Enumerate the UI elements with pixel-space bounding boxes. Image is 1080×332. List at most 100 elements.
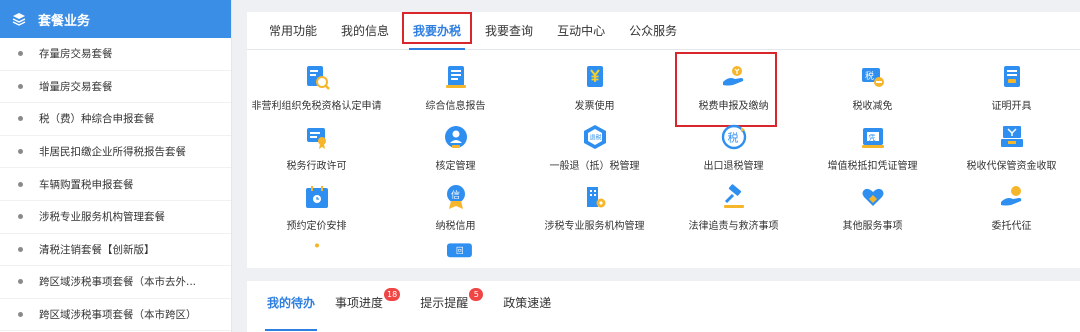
tab-label: 互动中心 [557, 23, 606, 38]
service-tax-credit[interactable]: 信 纳税信用 [386, 180, 525, 240]
gavel-icon [723, 184, 744, 208]
refund-badge-icon: 退税 [583, 125, 606, 149]
highlight-box [402, 12, 473, 44]
permit-icon [306, 128, 326, 149]
hand-coin-alt-icon [1000, 186, 1021, 206]
sidebar-item-nonresident[interactable]: 非居民扣缴企业所得税报告套餐 [0, 136, 231, 169]
sidebar-item-deregister[interactable]: 清税注销套餐【创新版】 [0, 234, 231, 267]
sidebar-item-cross-region-in[interactable]: 跨区域涉税事项套餐（本市跨区） [0, 299, 231, 332]
tab-public-service[interactable]: 公众服务 [617, 12, 689, 49]
service-label: 税务行政许可 [286, 161, 347, 172]
service-export-refund[interactable]: 税 出口退税管理 [664, 120, 803, 180]
svg-text:税: 税 [865, 70, 874, 82]
service-label: 其他服务事项 [842, 221, 903, 232]
bullet-icon [18, 246, 23, 252]
service-partial-2[interactable]: 回 [386, 240, 525, 260]
service-nonprofit-exemption[interactable]: 非营利组织免税资格认定申请 [247, 60, 386, 120]
sidebar-item-label: 增量房交易套餐 [39, 80, 113, 93]
sidebar-item-label: 存量房交易套餐 [39, 48, 113, 61]
sidebar-header[interactable]: 套餐业务 [0, 0, 231, 38]
bullet-icon [18, 181, 23, 187]
sidebar-item-label: 车辆购置税申报套餐 [39, 178, 134, 191]
service-custody-fund[interactable]: 税收代保管资金收取 [942, 120, 1080, 180]
service-label: 综合信息报告 [425, 101, 486, 112]
service-legal-remedy[interactable]: 法律追责与救济事项 [664, 180, 803, 240]
sidebar-title: 套餐业务 [38, 13, 91, 29]
service-certificate[interactable]: 证明开具 [942, 60, 1080, 120]
nonprofit-doc-search-icon [306, 66, 330, 90]
bullet-icon [18, 83, 23, 89]
service-label: 税收减免 [852, 101, 893, 112]
count-badge: 18 [384, 287, 401, 301]
tab-common-functions[interactable]: 常用功能 [257, 12, 329, 49]
custody-fund-icon [1000, 126, 1023, 147]
todo-panel: 我的待办 事项进度 18 提示提醒 5 政策速递 [247, 281, 1080, 332]
service-label: 出口退税管理 [703, 161, 764, 172]
svg-text:信: 信 [451, 189, 460, 201]
sidebar-item-stock-house[interactable]: 存量房交易套餐 [0, 38, 231, 71]
export-refund-icon: 税 [721, 124, 746, 150]
service-verification[interactable]: 核定管理 [386, 120, 525, 180]
service-tax-filing-payment[interactable]: 税费申报及缴纳 [664, 52, 803, 127]
service-partial-1[interactable] [247, 240, 386, 260]
service-label: 核定管理 [435, 161, 476, 172]
tab-my-todo[interactable]: 我的待办 [257, 281, 325, 331]
service-info-report[interactable]: 综合信息报告 [386, 60, 525, 120]
svg-text:税: 税 [727, 131, 738, 145]
invoice-yen-icon [586, 66, 603, 87]
tax-reduce-icon: 税 [861, 68, 884, 87]
service-entrusted-collection[interactable]: 委托代征 [942, 180, 1080, 240]
service-label: 税费申报及缴纳 [698, 101, 769, 112]
tab-query[interactable]: 我要查询 [473, 12, 545, 49]
service-label: 证明开具 [991, 101, 1032, 112]
sidebar-item-tax-combined[interactable]: 税（费）种综合申报套餐 [0, 103, 231, 136]
tab-tax-handling[interactable]: 我要办税 [401, 12, 473, 50]
bullet-icon [18, 214, 23, 220]
tab-my-info[interactable]: 我的信息 [329, 12, 401, 49]
sidebar: 套餐业务 存量房交易套餐 增量房交易套餐 税（费）种综合申报套餐 非居民扣缴企业… [0, 0, 232, 332]
tab-interaction[interactable]: 互动中心 [545, 12, 617, 49]
bullet-icon [18, 312, 23, 318]
tab-reminders[interactable]: 提示提醒 5 [410, 281, 493, 323]
service-label: 非营利组织免税资格认定申请 [251, 101, 382, 112]
service-invoice-use[interactable]: 发票使用 [525, 60, 664, 120]
tab-progress[interactable]: 事项进度 18 [325, 281, 410, 323]
sidebar-item-new-house[interactable]: 增量房交易套餐 [0, 71, 231, 104]
sidebar-item-label: 跨区域涉税事项套餐（本市去外... [39, 276, 197, 289]
service-apa[interactable]: 预约定价安排 [247, 180, 386, 240]
service-tax-reduction[interactable]: 税 税收减免 [803, 60, 942, 120]
tab-label: 提示提醒 [420, 295, 469, 310]
service-vat-voucher[interactable]: 凭 增值税抵扣凭证管理 [803, 120, 942, 180]
service-label: 一般退（抵）税管理 [549, 161, 640, 172]
tab-label: 常用功能 [269, 23, 318, 38]
svg-text:凭: 凭 [868, 133, 875, 142]
service-other[interactable]: 其他服务事项 [803, 180, 942, 240]
tab-label: 我的信息 [341, 23, 390, 38]
sidebar-item-cross-region-out[interactable]: 跨区域涉税事项套餐（本市去外... [0, 266, 231, 299]
partial-badge-text: 回 [456, 246, 464, 255]
tab-policy-news[interactable]: 政策速递 [493, 281, 561, 323]
service-label: 预约定价安排 [286, 221, 347, 232]
service-label: 纳税信用 [435, 221, 476, 232]
service-agency-management[interactable]: 涉税专业服务机构管理 [525, 180, 664, 240]
service-label: 税收代保管资金收取 [966, 161, 1057, 172]
service-label: 委托代征 [991, 221, 1032, 232]
report-doc-icon [445, 66, 466, 88]
sidebar-item-vehicle[interactable]: 车辆购置税申报套餐 [0, 168, 231, 201]
voucher-icon: 凭 [861, 128, 884, 148]
tab-label: 政策速递 [503, 295, 552, 310]
sidebar-item-label: 清税注销套餐【创新版】 [39, 243, 155, 256]
tab-label: 事项进度 [335, 295, 384, 310]
service-label: 法律追责与救济事项 [688, 221, 779, 232]
service-admin-permit[interactable]: 税务行政许可 [247, 120, 386, 180]
sidebar-item-label: 非居民扣缴企业所得税报告套餐 [39, 146, 186, 159]
building-gear-icon [586, 187, 605, 208]
partial-badge-icon: 回 [446, 243, 472, 258]
heart-hands-icon [862, 188, 883, 206]
tab-label: 我要查询 [485, 23, 534, 38]
service-label: 涉税专业服务机构管理 [544, 221, 645, 232]
calendar-icon [305, 186, 328, 208]
tab-label: 我的待办 [267, 295, 316, 310]
sidebar-item-agency[interactable]: 涉税专业服务机构管理套餐 [0, 201, 231, 234]
service-general-refund[interactable]: 退税 一般退（抵）税管理 [525, 120, 664, 180]
